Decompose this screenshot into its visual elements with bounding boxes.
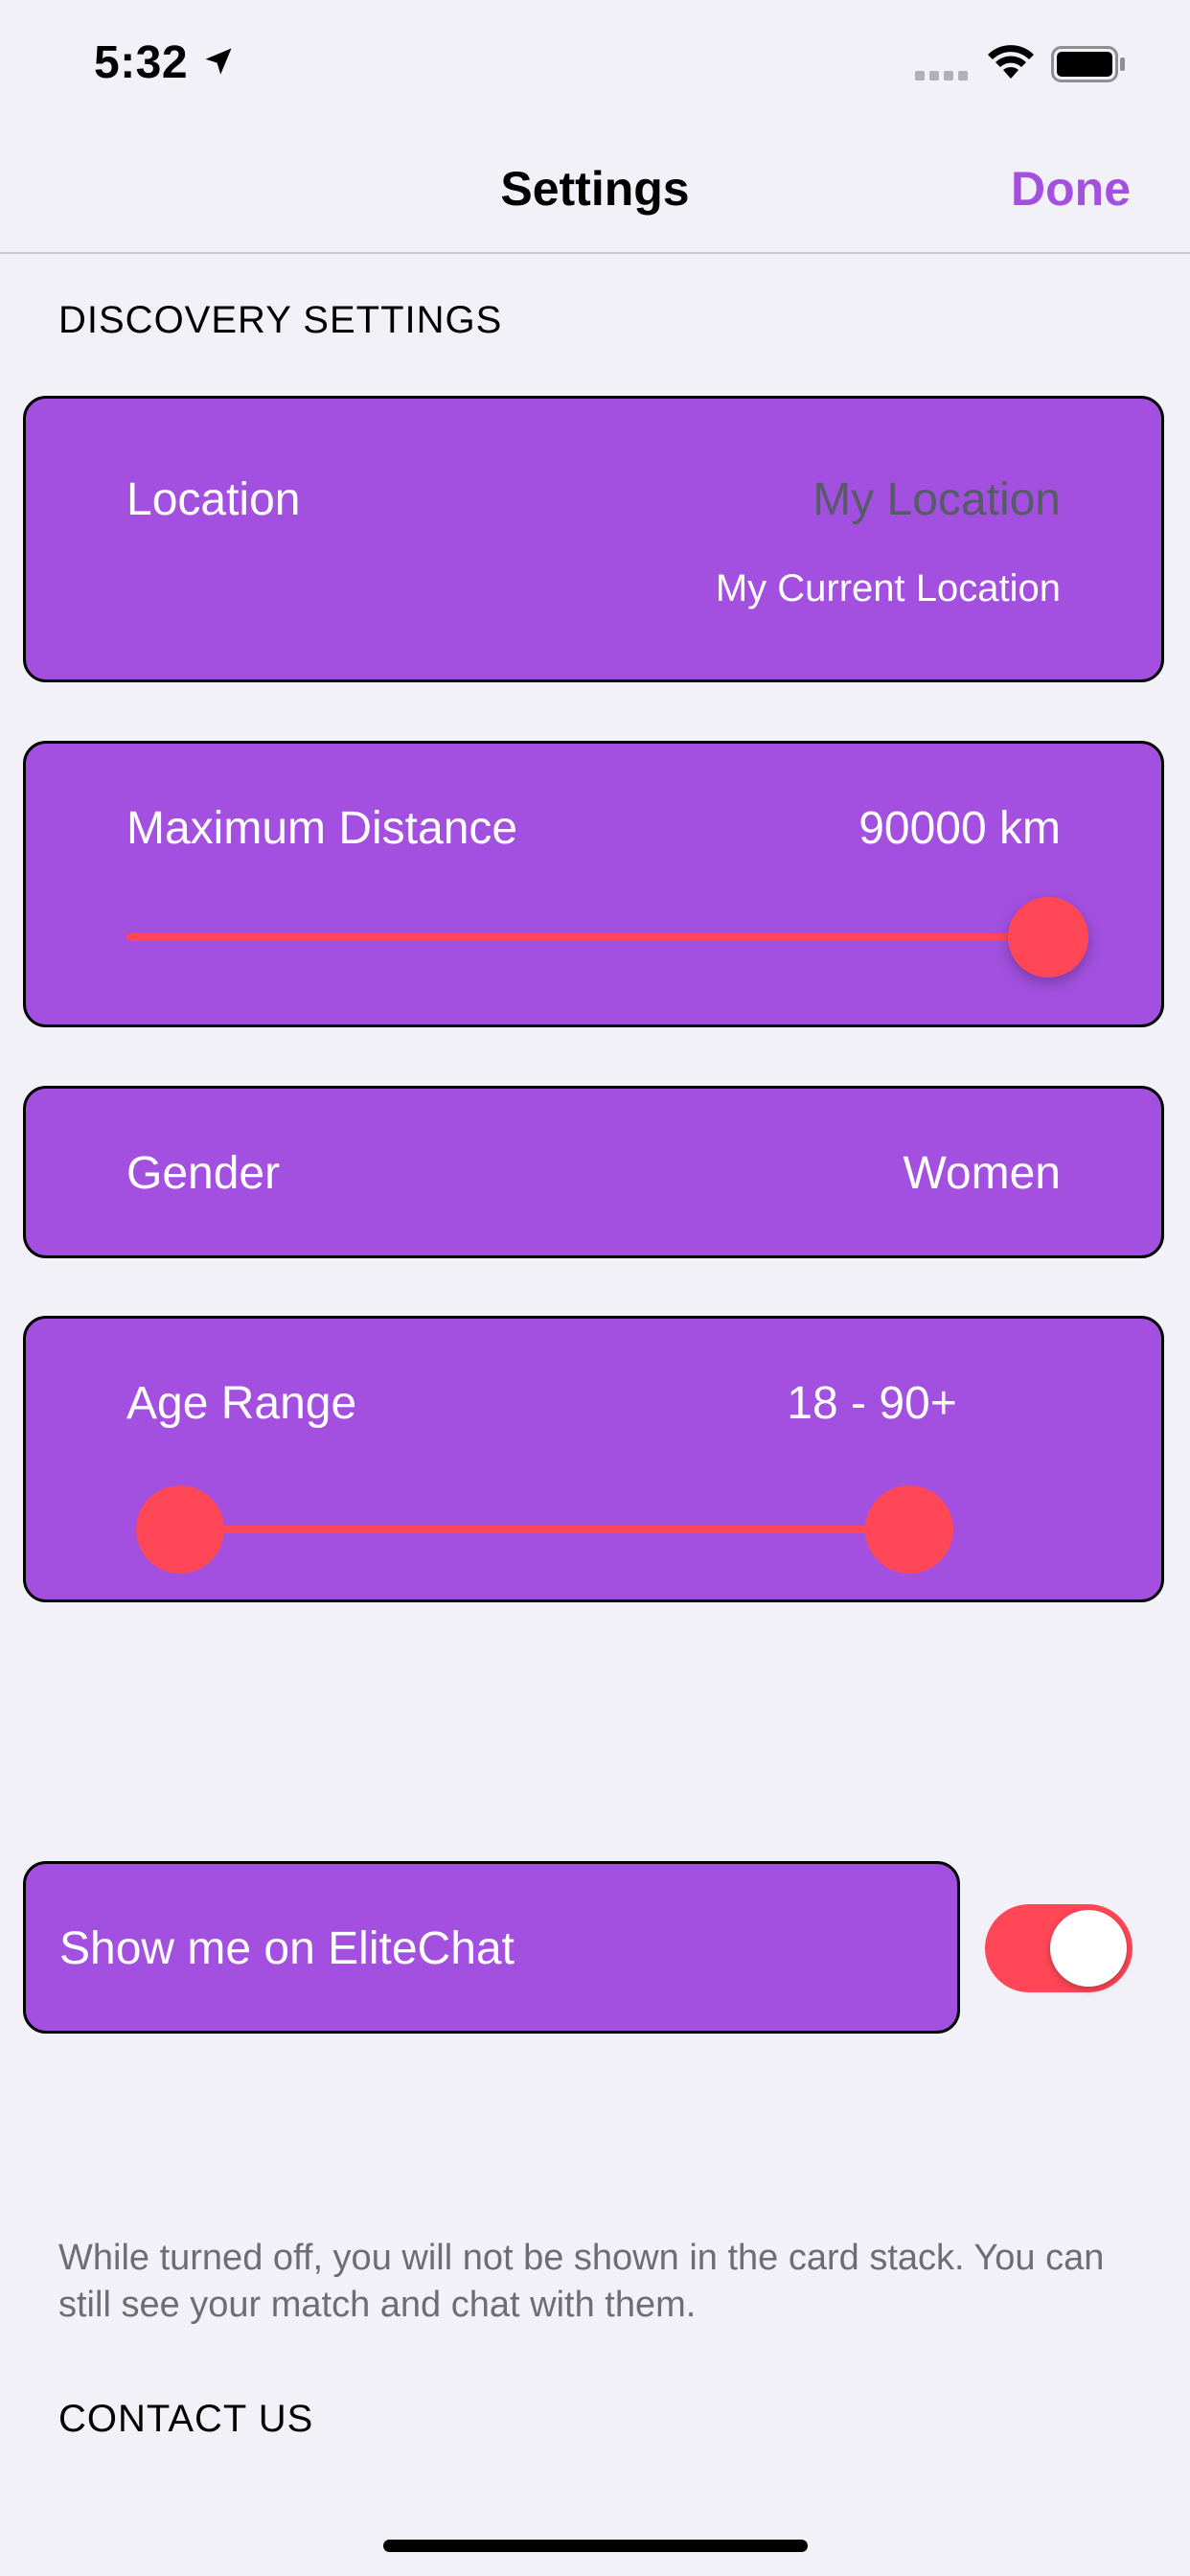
location-card[interactable]: Location My Location My Current Location <box>23 396 1164 682</box>
age-range-card: Age Range 18 - 90+ <box>23 1316 1164 1602</box>
max-distance-card: Maximum Distance 90000 km <box>23 741 1164 1027</box>
gender-value: Women <box>903 1148 1061 1199</box>
age-range-max-thumb[interactable] <box>865 1485 953 1574</box>
max-distance-label: Maximum Distance <box>126 803 518 854</box>
location-arrow-icon <box>201 44 236 83</box>
show-me-label: Show me on EliteChat <box>59 1923 515 1974</box>
done-button[interactable]: Done <box>1011 161 1131 217</box>
nav-divider <box>0 252 1190 254</box>
show-me-toggle[interactable] <box>985 1904 1133 1992</box>
age-range-value: 18 - 90+ <box>787 1378 957 1429</box>
age-range-min-thumb[interactable] <box>136 1485 224 1574</box>
max-distance-value: 90000 km <box>858 803 1061 854</box>
age-range-slider-track[interactable] <box>180 1526 909 1533</box>
show-me-card: Show me on EliteChat <box>23 1861 960 2034</box>
toggle-knob <box>1050 1910 1127 1987</box>
location-subvalue: My Current Location <box>715 567 1061 610</box>
location-label: Location <box>126 474 301 525</box>
max-distance-slider-track[interactable] <box>126 933 1046 941</box>
status-time: 5:32 <box>94 37 189 88</box>
home-indicator <box>383 2540 808 2552</box>
battery-icon <box>1051 46 1126 87</box>
contact-us-header[interactable]: CONTACT US <box>58 2398 313 2441</box>
discovery-settings-header: DISCOVERY SETTINGS <box>58 299 503 341</box>
signal-icon <box>915 69 973 87</box>
wifi-icon <box>985 42 1037 85</box>
max-distance-slider-thumb[interactable] <box>1008 897 1088 978</box>
gender-label: Gender <box>126 1148 281 1199</box>
location-value: My Location <box>812 474 1061 525</box>
gender-card[interactable]: Gender Women <box>23 1086 1164 1258</box>
age-range-label: Age Range <box>126 1378 357 1429</box>
visibility-footnote: While turned off, you will not be shown … <box>58 2238 1105 2325</box>
